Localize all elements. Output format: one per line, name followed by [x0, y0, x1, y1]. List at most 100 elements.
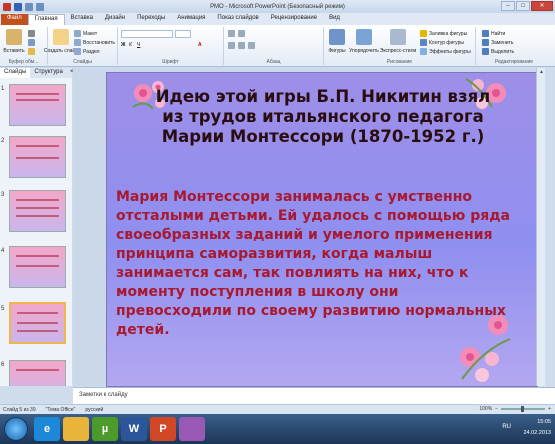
- italic-button[interactable]: К: [129, 42, 132, 48]
- ribbon-tabs: Файл Главная Вставка Дизайн Переходы Ани…: [0, 13, 555, 25]
- tab-slides[interactable]: Слайды: [0, 68, 31, 78]
- start-button[interactable]: [4, 417, 28, 441]
- font-size-select[interactable]: [175, 30, 191, 38]
- shapes-icon: [329, 29, 345, 45]
- slide-editing-area: Идею этой игры Б.П. Никитин взял из труд…: [73, 68, 545, 387]
- slide-thumbnail[interactable]: [9, 136, 66, 178]
- tab-design[interactable]: Дизайн: [99, 14, 131, 25]
- notes-pane[interactable]: Заметки к слайду: [73, 387, 555, 404]
- new-slide-icon: [53, 29, 69, 45]
- layout-button[interactable]: Макет: [74, 30, 97, 37]
- zoom-in-icon[interactable]: +: [548, 406, 551, 412]
- slide-thumbnails[interactable]: 1 2 3 4 5 6: [0, 78, 72, 386]
- system-clock[interactable]: 15:05 24.02.2013: [523, 417, 551, 439]
- tab-file[interactable]: Файл: [1, 14, 28, 25]
- fill-icon: [420, 30, 427, 37]
- select-button[interactable]: Выделить: [482, 48, 514, 55]
- editing-group: Найти Заменить Выделить Редактирование: [476, 27, 552, 65]
- drawing-group: Фигуры Упорядочить Экспресс-стили Заливк…: [324, 27, 476, 65]
- slide-thumbnail-selected[interactable]: [9, 302, 66, 344]
- bold-button[interactable]: Ж: [121, 42, 126, 48]
- folder-icon[interactable]: [63, 417, 89, 441]
- underline-button[interactable]: Ч: [137, 42, 140, 48]
- shape-outline-button[interactable]: Контур фигуры: [420, 39, 464, 46]
- select-icon: [482, 48, 489, 55]
- slide-canvas[interactable]: Идею этой игры Б.П. Никитин взял из труд…: [106, 72, 538, 387]
- title-bar: РМО - Microsoft PowerPoint (Безопасный р…: [0, 0, 555, 13]
- find-button[interactable]: Найти: [482, 30, 505, 37]
- media-player-icon[interactable]: [179, 417, 205, 441]
- left-panel-tabs: Слайды Структура ×: [0, 68, 73, 78]
- tab-view[interactable]: Вид: [323, 14, 346, 25]
- tab-slideshow[interactable]: Показ слайдов: [211, 14, 264, 25]
- clock-date: 24.02.2013: [523, 430, 551, 436]
- bullets-button[interactable]: [228, 30, 235, 37]
- language-indicator[interactable]: русский: [85, 407, 103, 413]
- font-group: Ж К Ч A Шрифт: [118, 27, 224, 65]
- internet-explorer-icon[interactable]: e: [34, 417, 60, 441]
- keyboard-language[interactable]: RU: [502, 424, 511, 430]
- new-slide-button[interactable]: Создать слайд: [44, 29, 78, 54]
- quick-styles-icon: [390, 29, 406, 45]
- tab-home[interactable]: Главная: [27, 14, 65, 25]
- find-icon: [482, 30, 489, 37]
- scroll-up-icon[interactable]: ▲: [537, 68, 546, 77]
- close-button[interactable]: ✕: [531, 1, 553, 11]
- effects-icon: [420, 48, 427, 55]
- ribbon: Вставить Буфер обм... Создать слайд Маке…: [0, 25, 555, 67]
- section-button[interactable]: Раздел: [74, 48, 100, 55]
- copy-icon: [28, 39, 35, 46]
- zoom-level[interactable]: 100%: [479, 406, 492, 412]
- slide-body-text[interactable]: Мария Монтессори занималась с умственно …: [116, 188, 510, 340]
- maximize-button[interactable]: □: [516, 1, 530, 11]
- font-color-button[interactable]: A: [198, 42, 202, 48]
- thumb-number: 3: [1, 192, 5, 198]
- window-title: РМО - Microsoft PowerPoint (Безопасный р…: [210, 3, 345, 10]
- reset-button[interactable]: Восстановить: [74, 39, 115, 46]
- word-icon[interactable]: W: [121, 417, 147, 441]
- slide-counter: Слайд 5 из 39: [3, 406, 36, 413]
- align-center-button[interactable]: [238, 42, 245, 49]
- numbering-button[interactable]: [238, 30, 245, 37]
- window-controls: – □ ✕: [501, 1, 553, 11]
- zoom-slider[interactable]: [501, 406, 546, 412]
- paste-icon: [6, 29, 22, 45]
- slide-thumbnail[interactable]: [9, 360, 66, 386]
- shapes-button[interactable]: Фигуры: [326, 29, 348, 54]
- thumb-number: 4: [1, 248, 5, 254]
- zoom-knob[interactable]: [521, 406, 525, 412]
- format-painter-button[interactable]: [28, 48, 35, 55]
- align-left-button[interactable]: [228, 42, 235, 49]
- slide-thumbnail[interactable]: [9, 246, 66, 288]
- slide-thumbnail[interactable]: [9, 190, 66, 232]
- copy-button[interactable]: [28, 39, 35, 46]
- quick-styles-button[interactable]: Экспресс-стили: [380, 29, 416, 54]
- align-center-icon: [238, 42, 245, 49]
- tab-insert[interactable]: Вставка: [65, 14, 99, 25]
- tab-review[interactable]: Рецензирование: [265, 14, 323, 25]
- font-name-select[interactable]: [121, 30, 173, 38]
- utorrent-icon[interactable]: µ: [92, 417, 118, 441]
- shape-effects-button[interactable]: Эффекты фигуры: [420, 48, 471, 55]
- align-left-icon: [228, 42, 235, 49]
- vertical-scrollbar[interactable]: ▲: [536, 68, 545, 386]
- notes-placeholder: Заметки к слайду: [79, 392, 128, 398]
- powerpoint-taskbar-icon[interactable]: P: [150, 417, 176, 441]
- minimize-button[interactable]: –: [501, 1, 515, 11]
- tab-animation[interactable]: Анимация: [171, 14, 211, 25]
- shape-fill-button[interactable]: Заливка фигуры: [420, 30, 467, 37]
- zoom-control: 100% − +: [479, 406, 551, 412]
- brush-icon: [28, 48, 35, 55]
- replace-button[interactable]: Заменить: [482, 39, 513, 46]
- clipboard-group: Вставить Буфер обм...: [0, 27, 48, 65]
- thumb-number: 2: [1, 138, 5, 144]
- slide-title[interactable]: Идею этой игры Б.П. Никитин взял из труд…: [147, 87, 499, 147]
- tab-transitions[interactable]: Переходы: [131, 14, 171, 25]
- arrange-button[interactable]: Упорядочить: [349, 29, 379, 54]
- tab-outline[interactable]: Структура: [30, 68, 66, 78]
- align-right-button[interactable]: [248, 42, 255, 49]
- cut-button[interactable]: [28, 30, 35, 37]
- paste-button[interactable]: Вставить: [3, 29, 25, 54]
- zoom-out-icon[interactable]: −: [495, 406, 498, 412]
- slide-thumbnail[interactable]: [9, 84, 66, 126]
